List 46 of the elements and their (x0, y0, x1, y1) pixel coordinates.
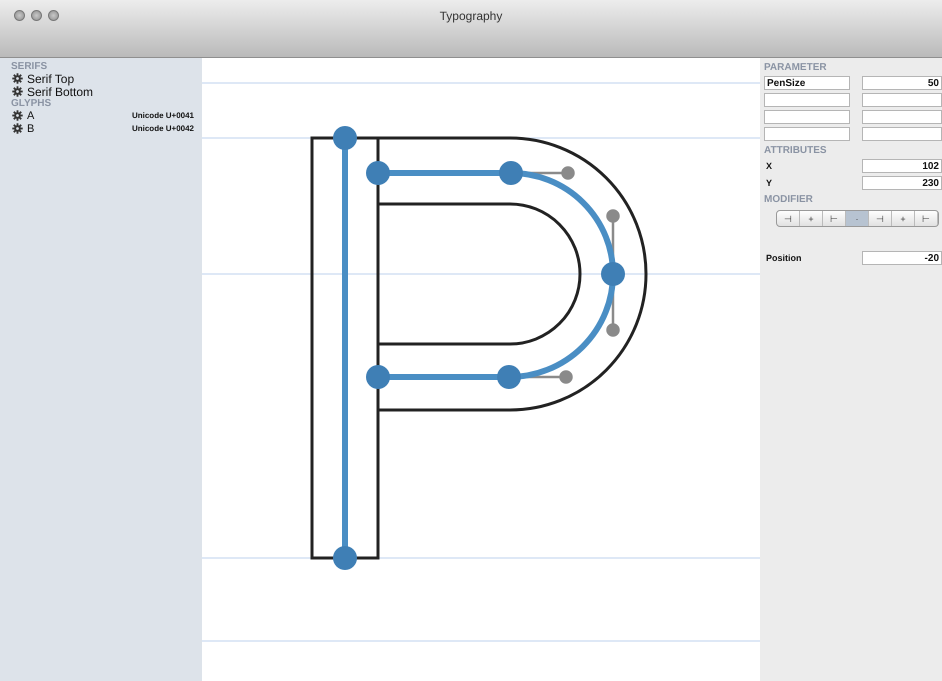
parameter-value-field[interactable] (862, 127, 942, 141)
parameter-name-field[interactable] (764, 127, 850, 141)
control-point[interactable] (499, 161, 523, 185)
window-control-icon[interactable] (14, 10, 25, 21)
parameter-name-field[interactable] (764, 110, 850, 124)
unicode-label: Unicode U+0042 (132, 124, 194, 133)
position-label: Position (766, 253, 802, 263)
control-point[interactable] (333, 546, 357, 570)
gear-icon (12, 73, 23, 84)
window-control-icon[interactable] (31, 10, 42, 21)
parameter-value-field[interactable] (862, 93, 942, 107)
control-point[interactable] (366, 161, 390, 185)
control-point[interactable] (333, 126, 357, 150)
modifier-segment[interactable]: + (892, 211, 915, 226)
group-heading: SERIFS (11, 61, 48, 72)
sidebar-item[interactable]: Serif Top (27, 72, 194, 86)
sidebar-item[interactable]: B (27, 122, 128, 134)
gear-icon (12, 86, 23, 97)
control-point[interactable] (366, 365, 390, 389)
attribute-field[interactable]: 102 (862, 159, 942, 173)
gear-icon (12, 110, 23, 121)
modifier-segment[interactable]: · (846, 211, 869, 226)
control-point[interactable] (601, 262, 625, 286)
window-control-icon[interactable] (48, 10, 59, 21)
modifier-segment[interactable]: ⊣ (777, 211, 800, 226)
attribute-field[interactable]: 230 (862, 176, 942, 190)
position-field[interactable]: -20 (862, 251, 942, 265)
unicode-label: Unicode U+0041 (132, 111, 194, 120)
modifier-segment[interactable]: + (800, 211, 823, 226)
parameter-value-field[interactable]: 50 (862, 76, 942, 90)
modifier-segment[interactable]: ⊢ (915, 211, 938, 226)
section-heading: PARAMETER (764, 62, 828, 73)
parameter-value-field[interactable] (862, 110, 942, 124)
group-heading: GLYPHS (11, 98, 52, 109)
sidebar-item[interactable]: A (27, 110, 128, 122)
gear-icon (12, 123, 23, 134)
parameter-name-field[interactable]: PenSize (764, 76, 850, 90)
control-point[interactable] (497, 365, 521, 389)
attribute-label: X (766, 161, 772, 171)
parameter-name-field[interactable] (764, 93, 850, 107)
window-title: Typography (440, 8, 502, 23)
section-heading: ATTRIBUTES (764, 145, 828, 156)
sidebar-item[interactable]: Serif Bottom (27, 84, 194, 98)
attribute-label: Y (766, 178, 772, 188)
modifier-segment[interactable]: ⊣ (869, 211, 892, 226)
section-heading: MODIFIER (764, 194, 814, 205)
